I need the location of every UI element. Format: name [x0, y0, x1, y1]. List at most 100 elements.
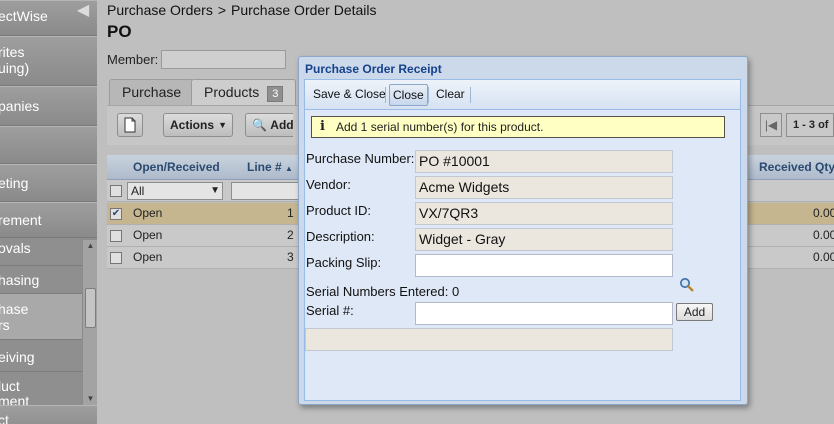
sidebar-subitem-label: rs — [0, 317, 10, 333]
tab-count-badge: 3 — [267, 86, 284, 102]
sidebar-scrollbar[interactable]: ▲ ▼ — [82, 240, 97, 405]
breadcrumb-separator: > — [217, 2, 227, 18]
description-value: Widget - Gray — [415, 228, 673, 251]
scroll-thumb[interactable] — [85, 288, 96, 328]
collapse-sidebar-icon[interactable]: ◀ — [76, 3, 90, 19]
sort-ascending-icon: ▲ — [285, 164, 293, 173]
search-icon[interactable] — [679, 277, 695, 293]
document-icon — [124, 117, 136, 133]
row-status: Open — [133, 250, 163, 264]
sidebar-item-project[interactable]: ct — [0, 405, 97, 424]
tab-label: Purchase — [122, 84, 182, 100]
add-from-button[interactable]: 🔍 Add f — [245, 113, 293, 137]
pager-first-button[interactable]: |◀ — [760, 113, 782, 137]
serial-numbers-entered-label: Serial Numbers Entered: 0 — [306, 284, 460, 299]
clear-button[interactable]: Clear — [433, 84, 468, 106]
vendor-label: Vendor: — [306, 177, 351, 192]
line-filter-input[interactable] — [231, 182, 299, 200]
info-message-text: Add 1 serial number(s) for this product. — [336, 120, 544, 134]
toolbar-separator — [428, 87, 429, 103]
breadcrumb-link-purchase-orders[interactable]: Purchase Orders — [107, 2, 213, 18]
serial-input[interactable] — [415, 302, 673, 325]
add-from-label: Add f — [270, 118, 293, 132]
description-label: Description: — [306, 229, 375, 244]
status-filter-value: All — [131, 184, 145, 198]
purchase-number-label: Purchase Number: — [306, 151, 415, 166]
breadcrumb: Purchase Orders > Purchase Order Details — [107, 2, 377, 18]
sidebar-item-label: ectWise — [0, 8, 48, 24]
sidebar-subitem-label: hase — [0, 301, 29, 317]
sidebar: ectWise ◀ rites uing) panies eting remen… — [0, 0, 97, 424]
search-icon: 🔍 — [252, 118, 267, 132]
purchase-number-value: PO #10001 — [415, 150, 673, 173]
actions-label: Actions — [170, 118, 215, 132]
sidebar-subitem-purchase-orders[interactable]: hase rs — [0, 294, 82, 340]
row-received-qty: 0.00 — [813, 250, 834, 264]
close-button[interactable]: Close — [389, 84, 428, 106]
new-document-button[interactable] — [117, 113, 143, 137]
member-label: Member: — [107, 52, 159, 67]
packing-slip-input[interactable] — [415, 254, 673, 277]
sidebar-subitem-receiving[interactable]: eiving — [0, 340, 82, 372]
tab-products[interactable]: Products 3 — [191, 79, 297, 105]
row-line-number: 1 — [287, 206, 294, 220]
sidebar-item-procurement[interactable]: rement — [0, 202, 97, 238]
page-title: PO — [107, 22, 132, 41]
sidebar-subitem-product-management[interactable]: luct ment — [0, 372, 82, 409]
select-all-checkbox[interactable] — [110, 185, 122, 197]
toolbar-separator — [470, 87, 471, 103]
sidebar-item-label: panies — [0, 98, 40, 114]
sidebar-subitem-label: ovals — [0, 240, 31, 256]
sidebar-subitem-label: eiving — [0, 349, 35, 365]
vendor-value: Acme Widgets — [415, 176, 673, 199]
sidebar-subitem-label: luct — [0, 378, 20, 394]
column-header-open-received[interactable]: Open/Received — [133, 155, 220, 179]
pager-text: 1 - 3 of — [786, 113, 834, 137]
sidebar-item-label: ct — [0, 412, 9, 424]
row-status: Open — [133, 228, 163, 242]
add-serial-button[interactable]: Add — [676, 303, 713, 321]
sidebar-subitem-approvals[interactable]: ovals — [0, 238, 82, 266]
actions-button[interactable]: Actions ▼ — [163, 113, 233, 137]
product-id-value: VX/7QR3 — [415, 202, 673, 225]
sidebar-item-blank[interactable] — [0, 126, 97, 164]
sidebar-item-companies[interactable]: panies — [0, 86, 97, 126]
row-received-qty: 0.00 — [813, 206, 834, 220]
packing-slip-label: Packing Slip: — [306, 255, 382, 270]
tab-purchase[interactable]: Purchase — [109, 79, 195, 105]
serial-numbers-list — [305, 328, 673, 351]
sidebar-item-label: rites — [0, 44, 25, 60]
scroll-up-icon[interactable]: ▲ — [83, 240, 97, 252]
status-filter-select[interactable]: All ▼ — [127, 182, 223, 200]
purchase-order-receipt-dialog: Purchase Order Receipt Save & Close Clos… — [298, 56, 748, 405]
row-checkbox[interactable]: ✔ — [110, 208, 122, 220]
column-header-line-number[interactable]: Line # ▲ — [247, 155, 293, 179]
row-checkbox[interactable] — [110, 230, 122, 242]
sidebar-item-marketing[interactable]: eting — [0, 164, 97, 202]
row-status: Open — [133, 206, 163, 220]
sidebar-item-label: uing) — [0, 60, 30, 76]
info-icon: i — [320, 119, 325, 134]
row-line-number: 3 — [287, 250, 294, 264]
breadcrumb-current: Purchase Order Details — [231, 2, 377, 18]
scroll-down-icon[interactable]: ▼ — [83, 393, 97, 405]
dialog-title[interactable]: Purchase Order Receipt — [305, 62, 442, 76]
dialog-body: Save & Close Close Clear i Add 1 serial … — [304, 79, 741, 401]
sidebar-item-label: eting — [0, 175, 29, 191]
row-received-qty: 0.00 — [813, 228, 834, 242]
serial-label: Serial #: — [306, 303, 354, 318]
dialog-toolbar: Save & Close Close Clear — [305, 80, 740, 110]
row-checkbox[interactable] — [110, 252, 122, 264]
sidebar-subitem-purchasing[interactable]: hasing — [0, 266, 82, 294]
sidebar-item-favorites[interactable]: rites uing) — [0, 36, 97, 86]
chevron-down-icon: ▼ — [218, 120, 227, 130]
toolbar-separator — [385, 87, 386, 103]
sidebar-subitem-label: hasing — [0, 272, 40, 288]
member-input[interactable] — [161, 50, 286, 69]
row-line-number: 2 — [287, 228, 294, 242]
column-header-label: Line # — [247, 160, 282, 174]
info-message: i Add 1 serial number(s) for this produc… — [311, 116, 725, 138]
column-header-received-qty[interactable]: Received Qty — [759, 155, 834, 179]
save-close-button[interactable]: Save & Close — [310, 84, 389, 106]
chevron-down-icon: ▼ — [210, 185, 220, 196]
